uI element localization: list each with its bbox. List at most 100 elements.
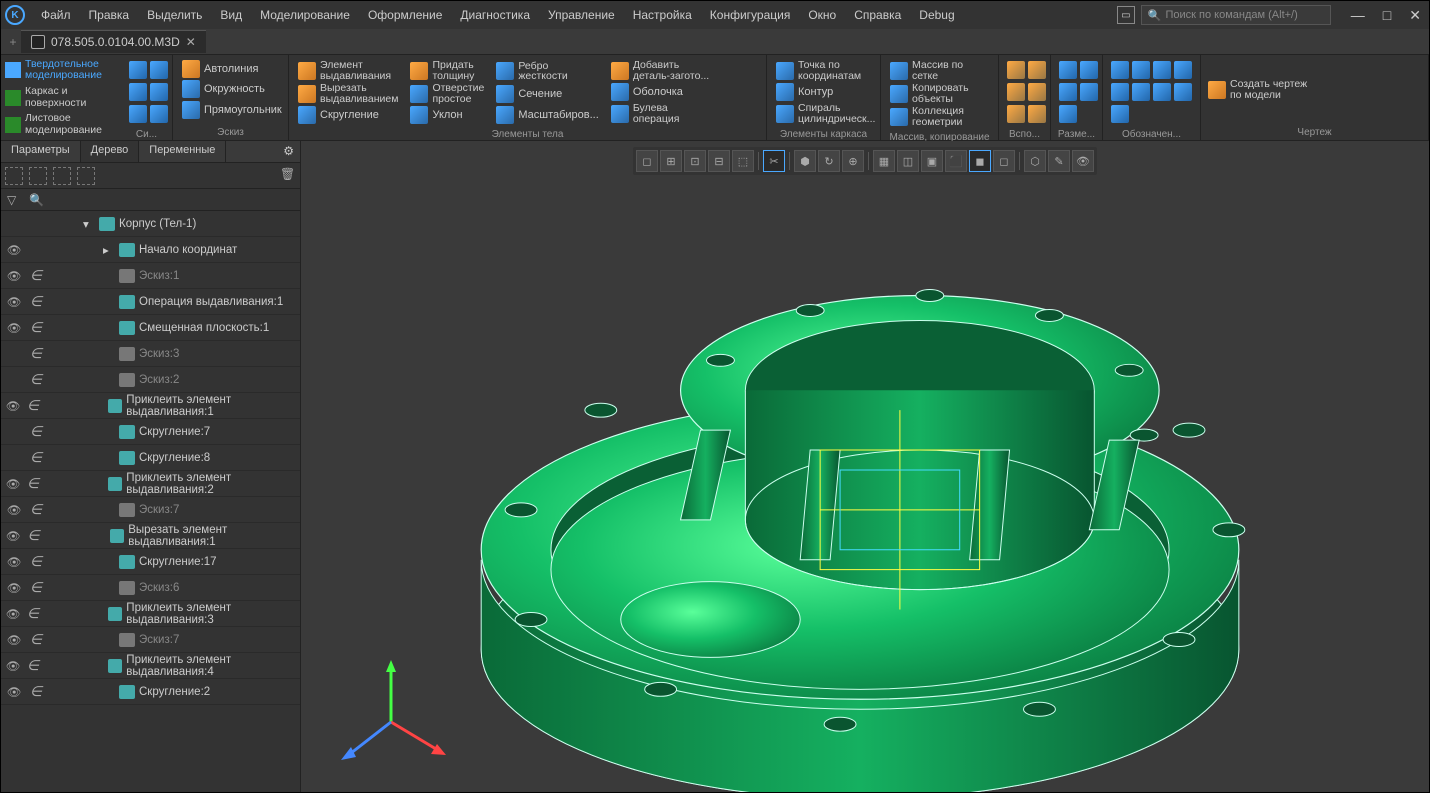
menu-design[interactable]: Оформление: [360, 4, 450, 26]
include-icon[interactable]: ∈: [25, 527, 41, 544]
section-button[interactable]: Сечение: [493, 84, 601, 104]
visibility-icon[interactable]: 👁: [5, 477, 21, 491]
tree-tb1-icon[interactable]: [5, 167, 23, 185]
menu-manage[interactable]: Управление: [540, 4, 623, 26]
tree-row[interactable]: 👁∈Приклеить элемент выдавливания:1: [1, 393, 300, 419]
menu-settings[interactable]: Настройка: [625, 4, 700, 26]
include-icon[interactable]: ∈: [27, 319, 45, 336]
create-drawing-button[interactable]: Создать чертежпо модели: [1205, 59, 1310, 120]
mode-solid[interactable]: Твердотельное моделирование: [5, 57, 117, 84]
visibility-icon[interactable]: 👁: [5, 321, 23, 335]
include-icon[interactable]: ∈: [27, 501, 45, 518]
boolean-button[interactable]: Булеваоперация: [608, 102, 712, 125]
tree-row[interactable]: 👁∈Приклеить элемент выдавливания:3: [1, 601, 300, 627]
minimize-button[interactable]: —: [1347, 5, 1369, 26]
print-icon[interactable]: [150, 83, 168, 101]
redo-icon[interactable]: [150, 105, 168, 123]
draft-button[interactable]: Уклон: [407, 105, 487, 125]
aux3-icon[interactable]: [1007, 83, 1025, 101]
include-icon[interactable]: ∈: [27, 423, 45, 440]
visibility-icon[interactable]: 👁: [5, 581, 23, 595]
rect-button[interactable]: Прямоугольник: [179, 100, 285, 120]
doc-tab[interactable]: 078.505.0.0104.00.M3D ✕: [21, 30, 206, 53]
visibility-icon[interactable]: 👁: [5, 529, 21, 543]
scale-button[interactable]: Масштабиров...: [493, 105, 601, 125]
tab-tree[interactable]: Дерево: [81, 141, 140, 162]
tree-row[interactable]: ▾Корпус (Тел-1): [1, 211, 300, 237]
include-icon[interactable]: ∈: [27, 371, 45, 388]
menu-file[interactable]: Файл: [33, 4, 79, 26]
dim5-icon[interactable]: [1059, 105, 1077, 123]
menu-select[interactable]: Выделить: [139, 4, 210, 26]
trash-icon[interactable]: 🗑: [280, 167, 296, 185]
tree-caret[interactable]: ▸: [103, 243, 115, 257]
menu-modeling[interactable]: Моделирование: [252, 4, 358, 26]
tree-row[interactable]: 👁∈Операция выдавливания:1: [1, 289, 300, 315]
include-icon[interactable]: ∈: [27, 345, 45, 362]
menu-diag[interactable]: Диагностика: [452, 4, 538, 26]
tree-row[interactable]: ∈Скругление:8: [1, 445, 300, 471]
aux1-icon[interactable]: [1007, 61, 1025, 79]
visibility-icon[interactable]: 👁: [5, 295, 23, 309]
layout-icon[interactable]: ▭: [1117, 6, 1135, 24]
filter-icon[interactable]: ▽: [7, 193, 23, 207]
tree-row[interactable]: 👁∈Эскиз:6: [1, 575, 300, 601]
tree-tb4-icon[interactable]: [77, 167, 95, 185]
command-search[interactable]: 🔍 Поиск по командам (Alt+/): [1141, 5, 1331, 25]
menu-help[interactable]: Справка: [846, 4, 909, 26]
menu-edit[interactable]: Правка: [81, 4, 138, 26]
aux6-icon[interactable]: [1028, 105, 1046, 123]
include-icon[interactable]: ∈: [27, 579, 45, 596]
an2-icon[interactable]: [1132, 61, 1150, 79]
an8-icon[interactable]: [1174, 83, 1192, 101]
save-icon[interactable]: [129, 61, 147, 79]
tab-vars[interactable]: Переменные: [139, 141, 226, 162]
tree-row[interactable]: 👁∈Приклеить элемент выдавливания:4: [1, 653, 300, 679]
tree-row[interactable]: ∈Эскиз:3: [1, 341, 300, 367]
thicken-button[interactable]: Придатьтолщину: [407, 59, 487, 82]
include-icon[interactable]: ∈: [27, 683, 45, 700]
an7-icon[interactable]: [1153, 83, 1171, 101]
circle-button[interactable]: Окружность: [179, 79, 285, 99]
tree-row[interactable]: 👁∈Вырезать элемент выдавливания:1: [1, 523, 300, 549]
include-icon[interactable]: ∈: [27, 293, 45, 310]
visibility-icon[interactable]: 👁: [5, 659, 21, 673]
aux4-icon[interactable]: [1028, 83, 1046, 101]
tree-row[interactable]: 👁▸Начало координат: [1, 237, 300, 263]
close-button[interactable]: ✕: [1405, 5, 1425, 26]
point-button[interactable]: Точка покоординатам: [773, 59, 878, 82]
an1-icon[interactable]: [1111, 61, 1129, 79]
visibility-icon[interactable]: 👁: [5, 685, 23, 699]
visibility-icon[interactable]: 👁: [5, 503, 23, 517]
include-icon[interactable]: ∈: [27, 631, 45, 648]
tree-row[interactable]: 👁∈Приклеить элемент выдавливания:2: [1, 471, 300, 497]
include-icon[interactable]: ∈: [27, 267, 45, 284]
shell-button[interactable]: Оболочка: [608, 82, 712, 102]
collection-button[interactable]: Коллекциягеометрии: [887, 105, 972, 128]
tree-caret[interactable]: ▾: [83, 217, 95, 231]
extrude-button[interactable]: Элементвыдавливания: [295, 59, 401, 82]
menu-config[interactable]: Конфигурация: [702, 4, 799, 26]
new-doc-button[interactable]: +: [5, 35, 21, 49]
aux5-icon[interactable]: [1007, 105, 1025, 123]
close-tab-icon[interactable]: ✕: [186, 35, 196, 49]
cut-button[interactable]: Вырезатьвыдавливанием: [295, 82, 401, 105]
an9-icon[interactable]: [1111, 105, 1129, 123]
open-icon[interactable]: [129, 83, 147, 101]
feature-tree[interactable]: ▾Корпус (Тел-1)👁▸Начало координат 👁 ∈Эскиз…: [1, 211, 300, 792]
tree-row[interactable]: ∈Скругление:7: [1, 419, 300, 445]
dim1-icon[interactable]: [1059, 61, 1077, 79]
tree-row[interactable]: 👁∈Скругление:17: [1, 549, 300, 575]
mode-sheet[interactable]: Листовое моделирование: [5, 111, 117, 138]
an6-icon[interactable]: [1132, 83, 1150, 101]
spiral-button[interactable]: Спиральцилиндрическ...: [773, 102, 878, 125]
autoline-button[interactable]: Автолиния: [179, 59, 285, 79]
tree-tb3-icon[interactable]: [53, 167, 71, 185]
aux2-icon[interactable]: [1028, 61, 1046, 79]
filter-search-icon[interactable]: 🔍: [29, 193, 45, 207]
include-icon[interactable]: ∈: [25, 657, 41, 674]
array-button[interactable]: Массив посетке: [887, 59, 972, 82]
an4-icon[interactable]: [1174, 61, 1192, 79]
adddetail-button[interactable]: Добавитьдеталь-загото...: [608, 59, 712, 82]
tree-row[interactable]: 👁∈Эскиз:7: [1, 497, 300, 523]
